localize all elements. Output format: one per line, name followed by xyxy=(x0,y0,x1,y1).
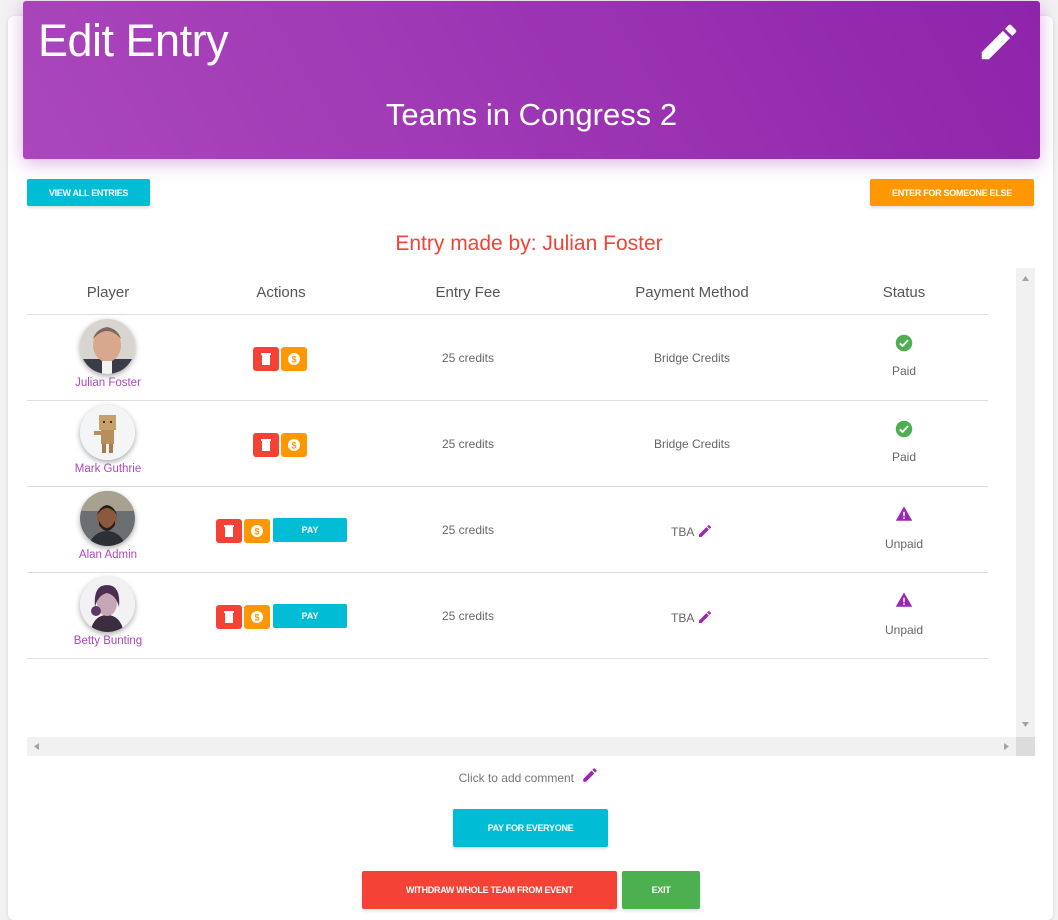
dollar-icon: $ xyxy=(288,439,300,451)
check-circle-icon xyxy=(895,420,913,438)
payment-method-cell[interactable]: TBA xyxy=(612,523,772,539)
svg-text:$: $ xyxy=(291,355,296,365)
vertical-scrollbar[interactable] xyxy=(1016,268,1035,737)
pay-button[interactable]: PAY xyxy=(273,604,347,628)
horizontal-scrollbar[interactable] xyxy=(27,737,1016,756)
scroll-down-arrow-icon[interactable] xyxy=(1022,722,1029,727)
add-comment-label[interactable]: Click to add comment xyxy=(459,771,574,785)
trash-icon xyxy=(224,525,234,537)
payment-method: Bridge Credits xyxy=(653,437,731,451)
trash-icon xyxy=(224,611,234,623)
player-name[interactable]: Betty Bunting xyxy=(27,635,189,647)
svg-text:$: $ xyxy=(254,613,259,623)
status-text: Paid xyxy=(891,364,917,378)
withdraw-team-button[interactable]: WITHDRAW WHOLE TEAM FROM EVENT xyxy=(362,871,617,909)
change-payment-button[interactable]: $ xyxy=(281,433,307,457)
pay-button[interactable]: PAY xyxy=(273,518,347,542)
svg-text:$: $ xyxy=(291,441,296,451)
payment-method: TBA xyxy=(670,525,694,539)
pencil-icon xyxy=(981,24,1017,60)
delete-button[interactable] xyxy=(253,433,279,457)
dollar-icon: $ xyxy=(251,525,263,537)
scroll-right-arrow-icon[interactable] xyxy=(1004,743,1009,750)
entry-made-by: Entry made by: Julian Foster xyxy=(0,232,1058,256)
svg-text:$: $ xyxy=(254,527,259,537)
add-comment[interactable]: Click to add comment xyxy=(0,766,1058,785)
status-text: Paid xyxy=(891,450,917,464)
warning-icon xyxy=(895,506,913,521)
event-title: Teams in Congress 2 xyxy=(385,97,678,132)
column-header-entry-fee: Entry Fee xyxy=(435,284,501,301)
dollar-icon: $ xyxy=(288,353,300,365)
card-header: Edit Entry Teams in Congress 2 xyxy=(23,1,1040,159)
column-header-status: Status xyxy=(882,284,926,301)
pencil-icon[interactable] xyxy=(697,523,713,539)
trash-icon xyxy=(261,439,271,451)
check-circle-icon xyxy=(895,334,913,352)
table-row: Betty Bunting $ PAY 25 credits TBA Unpai… xyxy=(27,573,988,659)
avatar xyxy=(80,405,135,460)
change-payment-button[interactable]: $ xyxy=(244,605,270,629)
avatar xyxy=(80,577,135,632)
warning-icon xyxy=(895,592,913,607)
delete-button[interactable] xyxy=(216,519,242,543)
avatar xyxy=(80,491,135,546)
delete-button[interactable] xyxy=(216,605,242,629)
change-payment-button[interactable]: $ xyxy=(281,347,307,371)
player-name[interactable]: Alan Admin xyxy=(27,549,189,561)
entry-fee: 25 credits xyxy=(441,523,495,537)
status-text: Unpaid xyxy=(884,623,924,637)
table-row: Mark Guthrie $ 25 credits Bridge Credits… xyxy=(27,401,988,487)
page-title: Edit Entry xyxy=(38,15,229,66)
entry-made-by-label: Entry made by: xyxy=(395,232,537,255)
enter-for-someone-else-button[interactable]: ENTER FOR SOMEONE ELSE xyxy=(870,179,1034,206)
status-text: Unpaid xyxy=(884,537,924,551)
player-name[interactable]: Mark Guthrie xyxy=(27,463,189,475)
payment-method-cell[interactable]: TBA xyxy=(612,609,772,625)
column-header-player: Player xyxy=(86,284,130,301)
player-name[interactable]: Julian Foster xyxy=(27,377,189,389)
payment-method: Bridge Credits xyxy=(653,351,731,365)
entry-made-by-name: Julian Foster xyxy=(542,232,663,255)
change-payment-button[interactable]: $ xyxy=(244,519,270,543)
scroll-left-arrow-icon[interactable] xyxy=(34,743,39,750)
payment-method: TBA xyxy=(670,611,694,625)
entry-fee: 25 credits xyxy=(441,437,495,451)
delete-button[interactable] xyxy=(253,347,279,371)
exit-button[interactable]: EXIT xyxy=(622,871,700,909)
pencil-icon[interactable] xyxy=(581,766,599,784)
trash-icon xyxy=(261,353,271,365)
column-header-payment-method: Payment Method xyxy=(635,284,749,301)
entries-table: Player Actions Entry Fee Payment Method … xyxy=(27,268,1035,756)
view-all-entries-button[interactable]: VIEW ALL ENTRIES xyxy=(27,179,150,206)
entry-fee: 25 credits xyxy=(441,351,495,365)
table-row: Alan Admin $ PAY 25 credits TBA Unpaid xyxy=(27,487,988,573)
dollar-icon: $ xyxy=(251,611,263,623)
scroll-up-arrow-icon[interactable] xyxy=(1022,276,1029,281)
scrollbar-corner xyxy=(1016,737,1035,756)
avatar xyxy=(80,319,135,374)
column-header-actions: Actions xyxy=(256,284,306,301)
entry-fee: 25 credits xyxy=(441,609,495,623)
table-row: Julian Foster $ 25 credits Bridge Credit… xyxy=(27,315,988,401)
pay-for-everyone-button[interactable]: PAY FOR EVERYONE xyxy=(453,809,608,847)
pencil-icon[interactable] xyxy=(697,609,713,625)
